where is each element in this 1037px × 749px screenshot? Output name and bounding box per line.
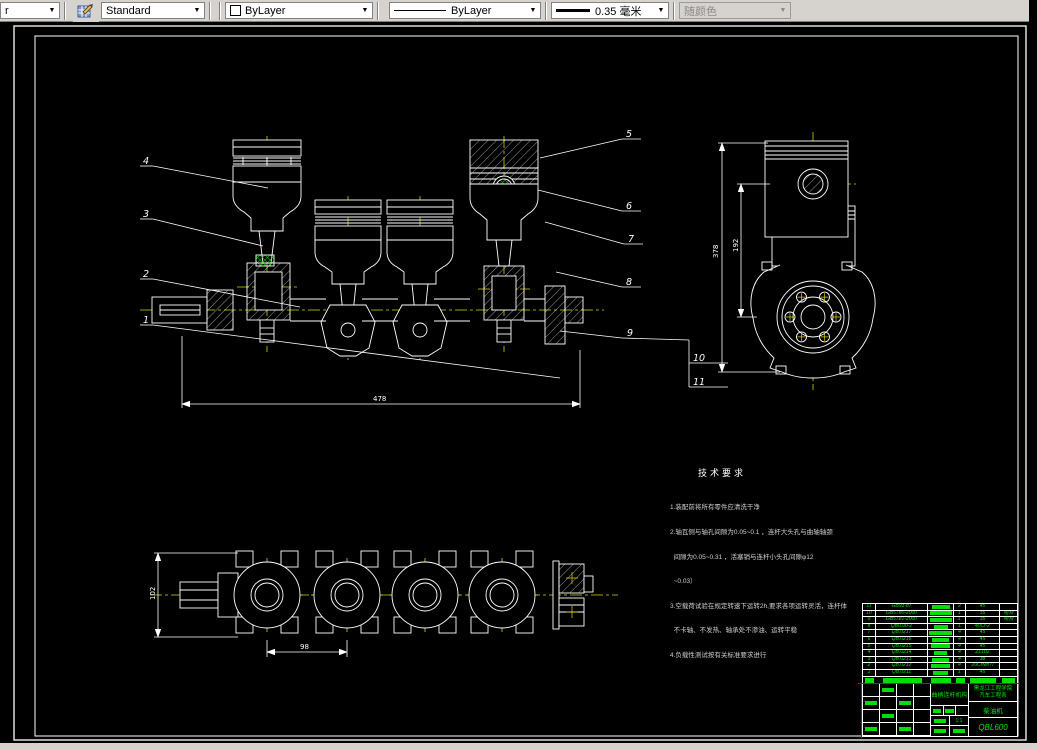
bom-row: 7 QB.0217 4 45 (863, 630, 1017, 637)
bom-row: 8 QB0.00-2 1 40Cr-2 (863, 623, 1017, 631)
chevron-down-icon[interactable]: ▼ (190, 7, 204, 14)
toolbar-separator (545, 1, 547, 20)
toolbar-separator (209, 1, 211, 20)
tech-requirements-body: 1.装配前将所有零件应清洗干净 2.轴瓦侧与轴孔间隙为0.05~0.1 ，连杆大… (670, 504, 847, 660)
balloon-8: 8 (626, 277, 632, 288)
toolbar-separator (219, 1, 221, 20)
piston-4-section (469, 139, 539, 343)
bom-row: 9 GB5781-2000 1 35 组合 (863, 617, 1017, 624)
layout-red-line-horizontal (858, 683, 1020, 684)
lineweight-combobox-value: 0.35 毫米 (595, 5, 642, 18)
bottom-view: 102 98 (149, 550, 618, 657)
text-style-icon (77, 3, 93, 17)
balloon-2: 2 (143, 269, 149, 280)
bom-name-block (933, 624, 948, 629)
bom-row: 6 QB.0216 4 45 (863, 636, 1017, 644)
bom-name-block (929, 631, 952, 636)
dim-overall-text: 478 (373, 395, 386, 403)
lineweight-sample-icon (556, 9, 590, 12)
plotstyle-combobox: 随颜色 ▼ (679, 2, 791, 19)
tech-requirements-title: 技术要求 (698, 468, 747, 478)
title-block-signature-grid (863, 684, 931, 736)
bom-row: 4 QB.0214 4 ZL102 (863, 650, 1017, 657)
balloon-3: 3 (143, 209, 149, 220)
title-block: 曲柄连杆机构 1:1 黑龙江工程学院 汽车工程系 柴油机 QBL600 (862, 684, 1018, 737)
chevron-down-icon[interactable]: ▼ (654, 7, 668, 14)
bom-name-block (931, 664, 950, 669)
balloon-6: 6 (626, 201, 632, 212)
title-block-right: 黑龙江工程学院 汽车工程系 柴油机 QBL600 (969, 684, 1017, 736)
side-view: 378 192 (712, 132, 876, 390)
scale-value: 1:1 (955, 717, 963, 724)
text-style-combobox[interactable]: Standard ▼ (101, 2, 205, 19)
linetype-combobox[interactable]: ByLayer ▼ (389, 2, 541, 19)
bom-row: 3 QB.0213 4 38 (863, 656, 1017, 664)
bom-name-block (932, 657, 949, 662)
piston-2 (314, 199, 382, 357)
bom-row: 11 GB93-87 2 45 (863, 604, 1017, 611)
organization-name: 黑龙江工程学院 汽车工程系 (969, 684, 1017, 702)
chevron-down-icon[interactable]: ▼ (45, 7, 59, 14)
text-style-combobox-value: Standard (106, 4, 151, 17)
bom-row: 2 QB.0212 4 20CrMnTi (863, 663, 1017, 670)
layout-red-line-vertical (861, 683, 862, 738)
piston-3 (386, 199, 454, 357)
color-combobox-value: ByLayer (245, 4, 286, 17)
text-style-button[interactable] (73, 0, 99, 22)
lineweight-combobox[interactable]: 0.35 毫米 ▼ (551, 2, 669, 19)
chevron-down-icon[interactable]: ▼ (358, 7, 372, 14)
bom-name-block (934, 650, 947, 655)
color-swatch-icon (230, 5, 241, 16)
chevron-down-icon[interactable]: ▼ (526, 7, 540, 14)
toolbar-separator (673, 1, 675, 20)
technical-requirements: 技术要求 1.装配前将所有零件应清洗干净 2.轴瓦侧与轴孔间隙为0.05~0.1… (670, 466, 865, 677)
title-block-middle: 曲柄连杆机构 1:1 (931, 684, 969, 736)
bom-table: 11 GB93-87 2 45 10 GB5780-2000 1 35 组合 9 GB57… (862, 603, 1018, 685)
bom-name-block (931, 644, 950, 649)
bom-name-block (933, 670, 948, 675)
dim-web-text: 102 (149, 587, 157, 600)
bom-name-block (929, 611, 952, 616)
drawing-title: 曲柄连杆机构 (931, 684, 968, 706)
layer-combobox-value: r (5, 4, 9, 17)
layer-combobox[interactable]: r ▼ (0, 2, 60, 19)
cad-window: { "toolbar": { "layer_value": "r", "styl… (0, 0, 1037, 749)
drawing-number: QBL600 (978, 722, 1008, 732)
plotstyle-combobox-value: 随颜色 (684, 5, 717, 18)
bom-name-block (931, 604, 950, 609)
dim-pitch-text: 98 (300, 643, 309, 651)
bom-row: 1 QB.0211 1 45 (863, 669, 1017, 677)
toolbar: r ▼ Standard ▼ ByLayer ▼ ByLayer ▼ 0.35 … (0, 0, 1029, 22)
dim-side-total-text: 378 (712, 245, 720, 258)
bom-row: 5 QB.0215 4 45 (863, 643, 1017, 651)
linetype-sample-icon (394, 10, 446, 11)
toolbar-right-gap (1029, 0, 1037, 22)
dim-side-span-text: 192 (732, 239, 740, 252)
linetype-combobox-value: ByLayer (451, 4, 492, 17)
color-combobox[interactable]: ByLayer ▼ (225, 2, 373, 19)
balloon-5: 5 (626, 129, 632, 140)
bom-name-block (932, 637, 949, 642)
window-bottom-edge (0, 743, 1037, 749)
balloon-7: 7 (628, 234, 634, 245)
bom-name-block (929, 617, 952, 622)
balloon-9: 9 (627, 328, 633, 339)
product-name: 柴油机 (969, 702, 1017, 718)
balloon-11: 11 (693, 377, 705, 388)
toolbar-separator (64, 1, 66, 20)
chevron-down-icon: ▼ (779, 7, 787, 14)
bom-row: 10 GB5780-2000 1 35 组合 (863, 610, 1017, 618)
balloon-10: 10 (693, 353, 705, 364)
balloon-4: 4 (143, 156, 149, 167)
balloon-1: 1 (143, 315, 149, 326)
toolbar-separator (377, 1, 379, 20)
